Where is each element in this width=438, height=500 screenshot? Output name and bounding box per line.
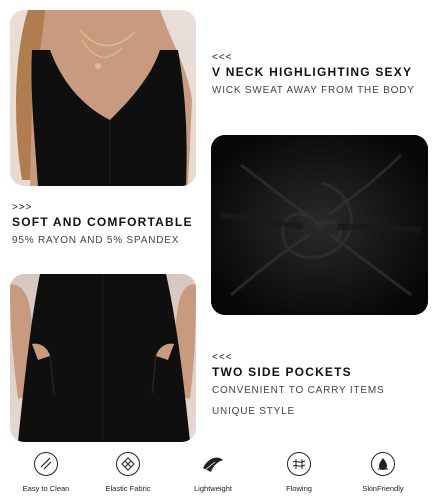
section-heading: TWO SIDE POCKETS	[212, 365, 352, 379]
wash-icon	[34, 452, 58, 476]
fabric-mesh-icon	[116, 452, 140, 476]
section-heading: V NECK HIGHLIGHTING SEXY	[212, 65, 413, 79]
feature-label: Lightweight	[194, 484, 232, 493]
section-v-neck: <<< V NECK HIGHLIGHTING SEXY WICK SWEAT …	[212, 52, 415, 96]
section-marker: >>>	[12, 202, 33, 213]
photo-fabric-swirl	[211, 135, 428, 315]
wind-icon	[287, 452, 311, 476]
v-neck-illustration	[16, 10, 192, 186]
feature-easy-to-clean: Easy to Clean	[6, 448, 86, 493]
section-subtext: WICK SWEAT AWAY FROM THE BODY	[212, 85, 415, 96]
feature-icons-row: Easy to Clean Elastic Fabric Lightweight…	[0, 448, 438, 500]
section-soft: >>> SOFT AND COMFORTABLE 95% RAYON AND 5…	[12, 202, 193, 246]
section-subtext-2: UNIQUE STYLE	[212, 406, 295, 417]
feature-label: Elastic Fabric	[105, 484, 151, 493]
feature-lightweight: Lightweight	[173, 448, 253, 493]
feature-label: Easy to Clean	[22, 484, 70, 493]
feature-label: SkinFriendly	[362, 484, 404, 493]
feature-label: Flowing	[286, 484, 312, 493]
section-subtext: 95% RAYON AND 5% SPANDEX	[12, 235, 180, 246]
section-subtext: CONVENIENT TO CARRY ITEMS	[212, 385, 385, 396]
photo-side-pockets	[10, 274, 196, 442]
feature-skin-friendly: SkinFriendly	[343, 448, 423, 493]
section-marker: <<<	[212, 52, 233, 63]
skin-drop-icon	[371, 452, 395, 476]
feather-icon	[201, 452, 225, 476]
fabric-swirl-illustration	[211, 135, 428, 315]
feature-elastic-fabric: Elastic Fabric	[88, 448, 168, 493]
section-pockets: <<< TWO SIDE POCKETS CONVENIENT TO CARRY…	[212, 352, 384, 417]
feature-flowing: Flowing	[259, 448, 339, 493]
pockets-illustration	[10, 274, 196, 442]
photo-v-neck	[10, 10, 196, 186]
section-heading: SOFT AND COMFORTABLE	[12, 215, 193, 229]
section-marker: <<<	[212, 352, 233, 363]
